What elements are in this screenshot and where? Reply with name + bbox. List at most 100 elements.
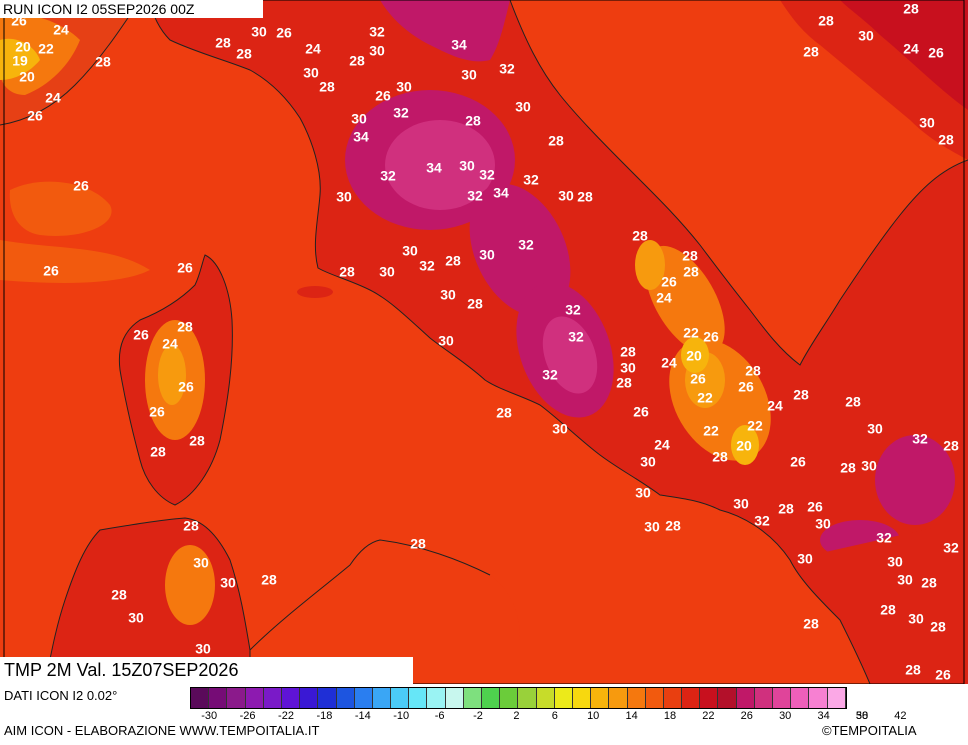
temperature-label: 30	[440, 287, 456, 303]
temperature-label: 26	[807, 499, 823, 515]
temperature-label: 24	[53, 22, 69, 38]
temperature-label: 30	[515, 99, 531, 115]
temperature-label: 28	[215, 35, 231, 51]
temperature-label: 22	[38, 41, 54, 57]
scale-swatch	[300, 688, 319, 708]
temperature-label: 28	[840, 460, 856, 476]
temperature-label: 30	[379, 264, 395, 280]
temperature-label: 26	[703, 329, 719, 345]
temperature-label: 28	[189, 433, 205, 449]
temperature-label: 28	[261, 572, 277, 588]
scale-tick-label: 22	[702, 710, 715, 722]
temperature-label: 32	[568, 329, 584, 345]
scale-tick-label: 42	[894, 710, 907, 722]
temperature-label: 30	[733, 496, 749, 512]
temperature-label: 26	[149, 404, 165, 420]
temperature-label: 32	[542, 367, 558, 383]
scale-swatch	[536, 688, 555, 708]
scale-tick-label: -10	[393, 710, 410, 722]
temperature-label: 32	[565, 302, 581, 318]
temperature-label: 26	[661, 274, 677, 290]
scale-swatch	[191, 688, 210, 708]
temperature-label: 28	[577, 189, 593, 205]
corsica-warm-core	[158, 345, 186, 405]
scale-swatch	[827, 688, 846, 708]
scale-swatch	[591, 688, 610, 708]
temperature-label: 28	[465, 113, 481, 129]
temperature-label: 32	[523, 172, 539, 188]
scale-swatch	[700, 688, 719, 708]
scale-swatch	[336, 688, 355, 708]
scale-tick-label: 18	[663, 710, 677, 722]
temperature-label: 26	[177, 260, 193, 276]
scale-swatch	[281, 688, 301, 708]
scale-swatch	[372, 688, 392, 708]
temperature-label: 28	[938, 132, 954, 148]
temperature-label: 32	[467, 188, 483, 204]
temperature-label: 30	[128, 610, 144, 626]
scale-swatch	[482, 688, 501, 708]
temperature-label: 30	[858, 28, 874, 44]
scale-swatch	[427, 688, 446, 708]
temperature-label: 28	[319, 79, 335, 95]
temperature-label: 26	[935, 667, 951, 683]
temperature-label: 32	[479, 167, 495, 183]
temperature-label: 26	[738, 379, 754, 395]
temperature-label: 24	[656, 290, 672, 306]
temperature-label: 32	[912, 431, 928, 447]
map-graphic: 262420 222819202426282830 2624283230 343028…	[0, 0, 968, 684]
temperature-label: 26	[178, 379, 194, 395]
temperature-label: 24	[767, 398, 783, 414]
scale-tick-label: 50	[855, 710, 869, 722]
temperature-label: 28	[183, 518, 199, 534]
temperature-label: 26	[690, 371, 706, 387]
temperature-label: 30	[193, 555, 209, 571]
temperature-label: 28	[745, 363, 761, 379]
temperature-label: 28	[880, 602, 896, 618]
temperature-label: 32	[518, 237, 534, 253]
temperature-label: 28	[616, 375, 632, 391]
temperature-label: 28	[905, 662, 921, 678]
temperature-label: 32	[369, 24, 385, 40]
temperature-label: 22	[703, 423, 719, 439]
scale-tick-label: 26	[740, 710, 753, 722]
temperature-label: 28	[177, 319, 193, 335]
temperature-label: 28	[683, 264, 699, 280]
scale-swatch	[736, 688, 755, 708]
temperature-label: 30	[336, 189, 352, 205]
scale-tick-label: -18	[316, 710, 333, 722]
scale-swatch	[463, 688, 482, 708]
temperature-label: 28	[620, 344, 636, 360]
temperature-label: 26	[43, 263, 59, 279]
map-title: TMP 2M Val. 15Z07SEP2026	[0, 657, 413, 684]
data-source-label: DATI ICON I2 0.02°	[4, 688, 118, 703]
temperature-label: 30	[908, 611, 924, 627]
temperature-label: 26	[133, 327, 149, 343]
temperature-label: 28	[339, 264, 355, 280]
color-scale-bar	[190, 687, 847, 709]
temperature-label: 19	[12, 53, 28, 69]
scale-tick-label: -14	[354, 710, 371, 722]
temperature-label: 30	[369, 43, 385, 59]
scale-swatch	[409, 688, 428, 708]
scale-tick-label: -22	[278, 710, 294, 722]
temperature-label: 30	[438, 333, 454, 349]
temperature-label: 32	[754, 513, 770, 529]
brand-label: ©TEMPOITALIA	[822, 723, 917, 738]
scale-swatch	[572, 688, 592, 708]
scale-tick-label: 14	[625, 710, 638, 722]
scale-swatch	[754, 688, 773, 708]
scale-swatch	[391, 688, 410, 708]
scale-tick-label: -30	[201, 710, 218, 722]
temperature-label: 30	[251, 24, 267, 40]
temperature-label: 24	[45, 90, 61, 106]
temperature-label: 30	[887, 554, 903, 570]
temperature-label: 28	[682, 248, 698, 264]
scale-tick-label: 30	[779, 710, 792, 722]
temperature-label: 26	[928, 45, 944, 61]
scale-swatch	[663, 688, 683, 708]
temperature-label: 28	[349, 53, 365, 69]
temperature-label: 28	[665, 518, 681, 534]
temperature-label: 22	[697, 390, 713, 406]
scale-swatch	[500, 688, 519, 708]
